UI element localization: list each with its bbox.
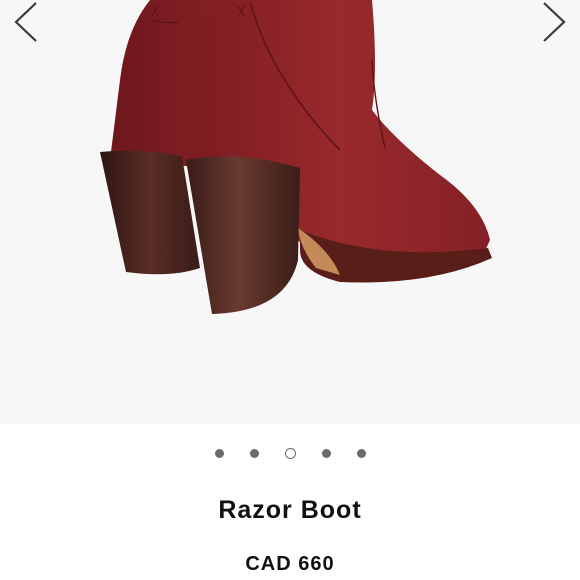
gallery-dot[interactable] [356, 448, 366, 458]
previous-image-button[interactable] [6, 0, 46, 44]
gallery-dot-active[interactable] [284, 447, 296, 459]
gallery-dot[interactable] [214, 448, 224, 458]
product-title: Razor Boot [218, 496, 362, 524]
gallery-dot[interactable] [249, 448, 259, 458]
product-price: CAD 660 [245, 553, 335, 575]
product-image-gallery[interactable] [0, 0, 580, 424]
gallery-dot[interactable] [321, 448, 331, 458]
chevron-right-icon [543, 2, 566, 42]
gallery-pagination [0, 446, 580, 460]
chevron-left-icon [14, 2, 37, 42]
product-image [100, 0, 492, 314]
next-image-button[interactable] [534, 0, 574, 44]
